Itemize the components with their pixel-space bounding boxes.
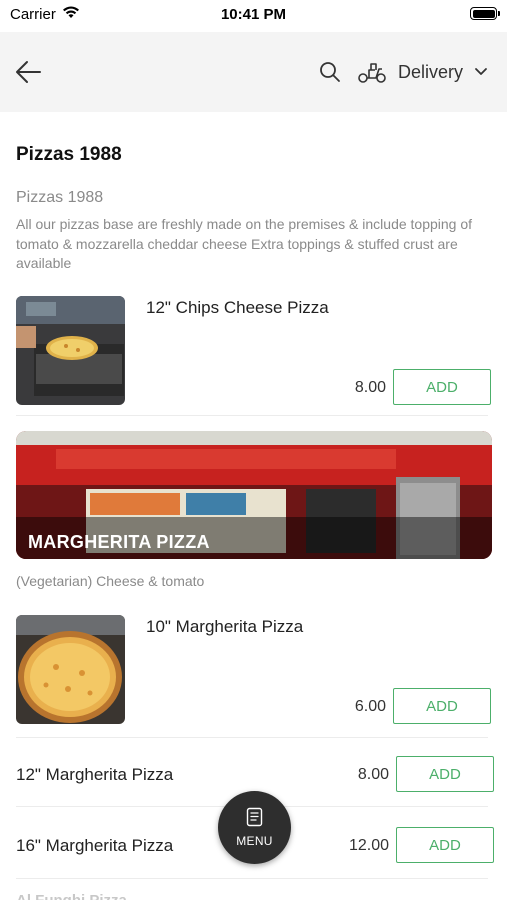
add-button[interactable]: ADD <box>393 369 491 405</box>
category-description: All our pizzas base are freshly made on … <box>16 216 473 271</box>
menu-book-icon <box>246 807 263 827</box>
item-name: 12" Chips Cheese Pizza <box>146 298 329 317</box>
item-price: 8.00 <box>354 379 386 396</box>
item-name: 12" Margherita Pizza <box>16 765 174 784</box>
section-title: Pizzas 1988 <box>16 144 122 165</box>
divider <box>16 415 488 416</box>
status-bar: Carrier 10:41 PM <box>0 0 507 30</box>
item-price: 6.00 <box>354 698 386 715</box>
top-nav-bar: Delivery <box>0 32 507 112</box>
add-button[interactable]: ADD <box>396 756 494 792</box>
menu-fab-label: MENU <box>236 834 273 848</box>
item-price: 12.00 <box>348 837 389 854</box>
delivery-mode-label[interactable]: Delivery <box>398 62 463 83</box>
next-section-title: Al Funghi Pizza <box>16 892 127 900</box>
divider <box>16 737 488 738</box>
category-title: Pizzas 1988 <box>16 189 104 206</box>
category-banner: MARGHERITA PIZZA <box>16 431 492 559</box>
item-name: 16" Margherita Pizza <box>16 836 174 855</box>
banner-title: MARGHERITA PIZZA <box>28 532 210 552</box>
add-button[interactable]: ADD <box>393 688 491 724</box>
battery-icon <box>470 7 500 20</box>
chips-pizza-photo <box>16 296 125 405</box>
status-time: 10:41 PM <box>220 6 287 23</box>
menu-content[interactable]: Pizzas 1988 Pizzas 1988 All our pizzas b… <box>0 112 507 900</box>
chevron-down-icon[interactable] <box>474 67 488 77</box>
divider <box>16 878 488 879</box>
add-button[interactable]: ADD <box>396 827 494 863</box>
menu-fab-button[interactable]: MENU <box>218 791 291 864</box>
scooter-icon[interactable] <box>357 59 387 85</box>
margherita-pizza-photo <box>16 615 125 724</box>
item-price: 8.00 <box>357 766 389 783</box>
item-name: 10" Margherita Pizza <box>146 617 304 636</box>
banner-subtitle: (Vegetarian) Cheese & tomato <box>16 573 205 589</box>
search-icon[interactable] <box>318 60 342 84</box>
arrow-left-icon[interactable] <box>14 58 44 86</box>
